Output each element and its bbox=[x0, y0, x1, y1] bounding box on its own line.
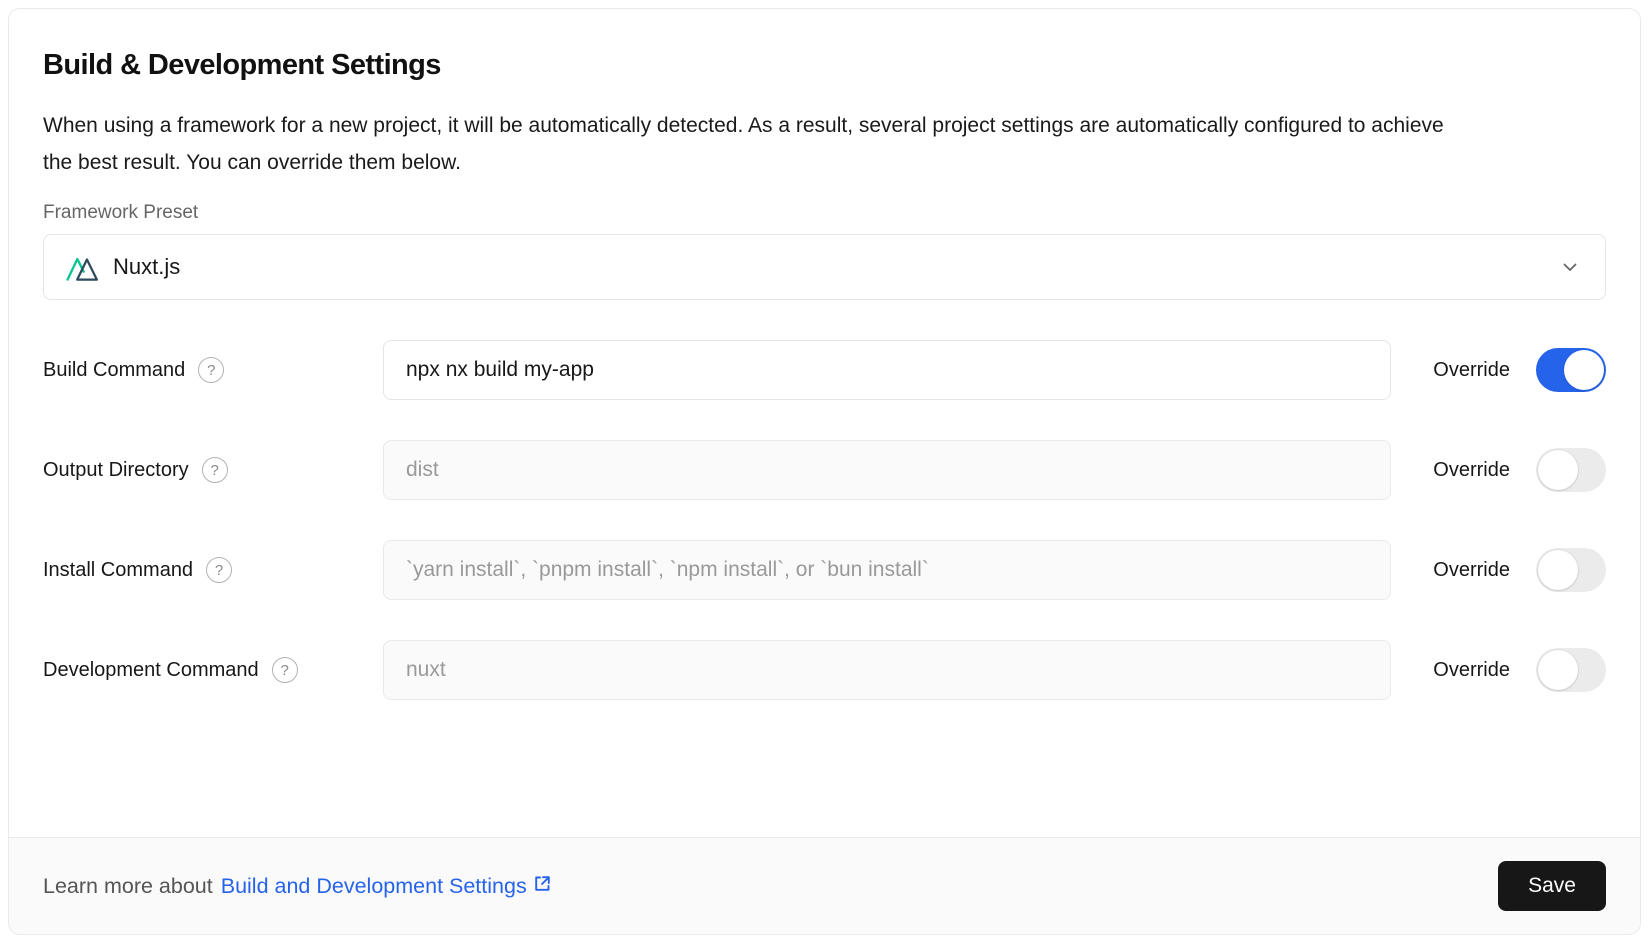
external-link-icon bbox=[532, 873, 553, 900]
toggle-knob bbox=[1564, 350, 1604, 390]
build-command-override-toggle[interactable] bbox=[1536, 348, 1606, 392]
card-body: Build & Development Settings When using … bbox=[9, 9, 1640, 740]
output-directory-label: Output Directory bbox=[43, 459, 189, 482]
development-command-label: Development Command bbox=[43, 659, 259, 682]
learn-more-text: Learn more about Build and Development S… bbox=[43, 873, 553, 900]
settings-description: When using a framework for a new project… bbox=[43, 107, 1463, 181]
nuxt-logo-icon bbox=[66, 252, 100, 282]
settings-rows: Build Command ? Override Output Director… bbox=[43, 340, 1606, 700]
help-icon[interactable]: ? bbox=[272, 657, 298, 683]
chevron-down-icon bbox=[1559, 256, 1581, 278]
development-command-override-toggle[interactable] bbox=[1536, 648, 1606, 692]
help-icon[interactable]: ? bbox=[206, 557, 232, 583]
framework-preset-label: Framework Preset bbox=[43, 202, 1606, 224]
build-command-input[interactable] bbox=[383, 340, 1391, 400]
framework-preset-select[interactable]: Nuxt.js bbox=[43, 234, 1606, 300]
save-button[interactable]: Save bbox=[1498, 861, 1606, 911]
output-directory-row: Output Directory ? Override bbox=[43, 440, 1606, 500]
toggle-knob bbox=[1538, 650, 1578, 690]
build-command-label: Build Command bbox=[43, 359, 185, 382]
help-icon[interactable]: ? bbox=[198, 357, 224, 383]
development-command-row: Development Command ? Override bbox=[43, 640, 1606, 700]
output-directory-input[interactable] bbox=[383, 440, 1391, 500]
override-label: Override bbox=[1433, 359, 1510, 382]
build-settings-docs-link[interactable]: Build and Development Settings bbox=[221, 873, 553, 900]
build-command-row: Build Command ? Override bbox=[43, 340, 1606, 400]
install-command-label: Install Command bbox=[43, 559, 193, 582]
install-command-row: Install Command ? Override bbox=[43, 540, 1606, 600]
output-directory-override-toggle[interactable] bbox=[1536, 448, 1606, 492]
framework-preset-value: Nuxt.js bbox=[113, 254, 180, 280]
build-dev-settings-card: Build & Development Settings When using … bbox=[8, 8, 1641, 935]
development-command-input[interactable] bbox=[383, 640, 1391, 700]
toggle-knob bbox=[1538, 550, 1578, 590]
override-label: Override bbox=[1433, 659, 1510, 682]
override-label: Override bbox=[1433, 559, 1510, 582]
page-title: Build & Development Settings bbox=[43, 49, 1606, 82]
learn-more-prefix: Learn more about bbox=[43, 874, 213, 899]
help-icon[interactable]: ? bbox=[202, 457, 228, 483]
override-label: Override bbox=[1433, 459, 1510, 482]
toggle-knob bbox=[1538, 450, 1578, 490]
card-footer: Learn more about Build and Development S… bbox=[9, 837, 1640, 934]
install-command-input[interactable] bbox=[383, 540, 1391, 600]
install-command-override-toggle[interactable] bbox=[1536, 548, 1606, 592]
